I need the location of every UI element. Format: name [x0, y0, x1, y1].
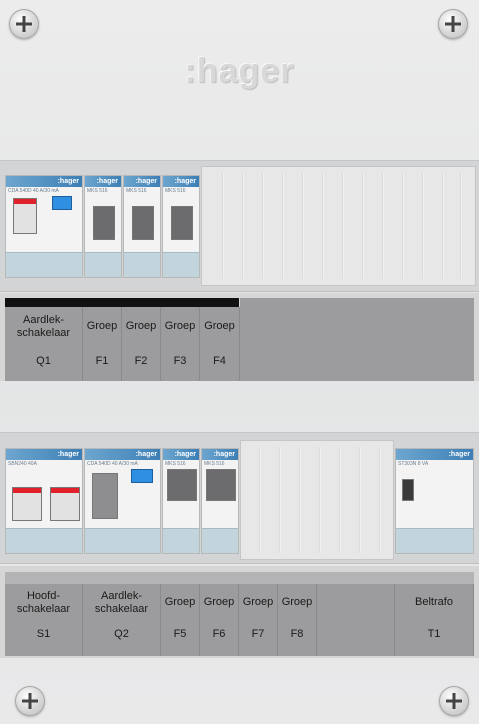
label-q2-line2: schakelaar [94, 603, 149, 615]
breaker-module-f1[interactable]: :hager MKS 516 [84, 175, 122, 278]
label-f1: Groep F1 [83, 307, 122, 381]
label-t1-id: T1 [427, 628, 441, 640]
module-spec: MKS 516 [165, 461, 186, 467]
label-t1-line1: Beltrafo [415, 596, 453, 608]
module-brand: :hager [85, 449, 160, 460]
module-base [202, 528, 238, 553]
label-f3-line1: Groep [164, 320, 196, 332]
blanking-plate-top [201, 166, 476, 286]
label-q1-line2: schakelaar [16, 327, 71, 339]
bell-transformer-t1: :hager ST303N 8 VA [395, 448, 474, 554]
module-spec: ST303N 8 VA [398, 461, 429, 467]
rcd-toggle-q2[interactable] [92, 473, 118, 519]
main-switch-s1[interactable]: :hager SBN240 40A [5, 448, 83, 554]
module-brand: :hager [163, 176, 199, 187]
label-f7-id: F7 [251, 628, 265, 640]
screw-top-left-icon [9, 9, 39, 39]
label-q1-line1: Aardlek- [23, 314, 64, 326]
module-spec: SBN240 40A [8, 461, 37, 467]
distribution-board: :hager :hager CDA 540D 40 A/30 mA :hager… [0, 0, 479, 724]
module-spec: CDA 540D 40 A/30 mA [8, 188, 59, 194]
label-q1-id: Q1 [36, 355, 51, 367]
screw-top-right-icon [438, 9, 468, 39]
breaker-toggle-f5[interactable] [167, 469, 197, 501]
label-f6: Groep F6 [200, 584, 239, 656]
label-f3-id: F3 [173, 355, 187, 367]
label-f2-id: F2 [134, 355, 148, 367]
module-brand: :hager [6, 449, 82, 460]
module-brand: :hager [202, 449, 238, 460]
module-spec: MKS 516 [87, 188, 108, 194]
label-f7: Groep F7 [239, 584, 278, 656]
module-spec: MKS 516 [126, 188, 147, 194]
breaker-module-f2[interactable]: :hager MKS 516 [123, 175, 161, 278]
label-f2: Groep F2 [122, 307, 161, 381]
label-f6-line1: Groep [203, 596, 235, 608]
module-base [124, 252, 160, 277]
label-f8: Groep F8 [278, 584, 317, 656]
module-base [396, 528, 473, 553]
label-f4-id: F4 [213, 355, 226, 367]
module-spec: MKS 516 [165, 188, 186, 194]
label-blank-top [240, 298, 474, 381]
rcd-module-q1[interactable]: :hager CDA 540D 40 A/30 mA [5, 175, 83, 278]
label-f5-id: F5 [173, 628, 187, 640]
label-f4: Groep F4 [200, 307, 240, 381]
label-top-edge [5, 298, 239, 307]
label-f7-line1: Groep [242, 596, 274, 608]
label-q2-id: Q2 [114, 628, 129, 640]
label-f6-id: F6 [212, 628, 226, 640]
label-q1: Aardlek- schakelaar Q1 [5, 307, 83, 381]
transformer-switch[interactable] [402, 479, 414, 501]
breaker-toggle-f2[interactable] [132, 206, 154, 240]
breaker-module-f6[interactable]: :hager MKS 516 [201, 448, 239, 554]
breaker-toggle-f1[interactable] [93, 206, 115, 240]
label-top-band [5, 572, 474, 584]
module-spec: CDA 540D 40 A/30 mA [87, 461, 138, 467]
breaker-module-f3[interactable]: :hager MKS 516 [162, 175, 200, 278]
module-base [6, 528, 82, 553]
label-f5-line1: Groep [164, 596, 196, 608]
label-f8-line1: Groep [281, 596, 313, 608]
blanking-plate-bottom [240, 440, 394, 560]
label-f2-line1: Groep [125, 320, 157, 332]
rcd-toggle-q1[interactable] [13, 198, 37, 234]
breaker-module-f5[interactable]: :hager MKS 516 [162, 448, 200, 554]
label-s1-line1: Hoofd- [26, 590, 61, 602]
label-f1-line1: Groep [86, 320, 118, 332]
label-s1-id: S1 [36, 628, 51, 640]
label-blank-bottom [317, 584, 395, 656]
breaker-toggle-f3[interactable] [171, 206, 193, 240]
rcd-indicator-q2 [131, 469, 153, 483]
label-f1-id: F1 [95, 355, 109, 367]
label-t1: Beltrafo T1 [395, 584, 474, 656]
main-switch-toggle-left[interactable] [12, 487, 42, 521]
label-s1: Hoofd- schakelaar S1 [5, 584, 83, 656]
module-base [6, 252, 82, 277]
module-base [85, 252, 121, 277]
screw-bottom-right-icon [439, 686, 469, 716]
rcd-module-q2[interactable]: :hager CDA 540D 40 A/30 mA [84, 448, 161, 554]
module-brand: :hager [396, 449, 473, 460]
module-base [163, 528, 199, 553]
rcd-indicator-q1 [52, 196, 72, 210]
screw-bottom-left-icon [15, 686, 45, 716]
label-s1-line2: schakelaar [16, 603, 71, 615]
module-brand: :hager [85, 176, 121, 187]
label-f8-id: F8 [290, 628, 304, 640]
main-switch-toggle-right[interactable] [50, 487, 80, 521]
brand-logo: :hager [184, 52, 295, 90]
label-f4-line1: Groep [204, 320, 235, 332]
breaker-toggle-f6[interactable] [206, 469, 236, 501]
label-q2: Aardlek- schakelaar Q2 [83, 584, 161, 656]
module-spec: MKS 516 [204, 461, 225, 467]
module-base [85, 528, 160, 553]
label-f5: Groep F5 [161, 584, 200, 656]
module-brand: :hager [6, 176, 82, 187]
module-base [163, 252, 199, 277]
module-brand: :hager [124, 176, 160, 187]
label-f3: Groep F3 [161, 307, 200, 381]
module-brand: :hager [163, 449, 199, 460]
label-q2-line1: Aardlek- [101, 590, 142, 602]
